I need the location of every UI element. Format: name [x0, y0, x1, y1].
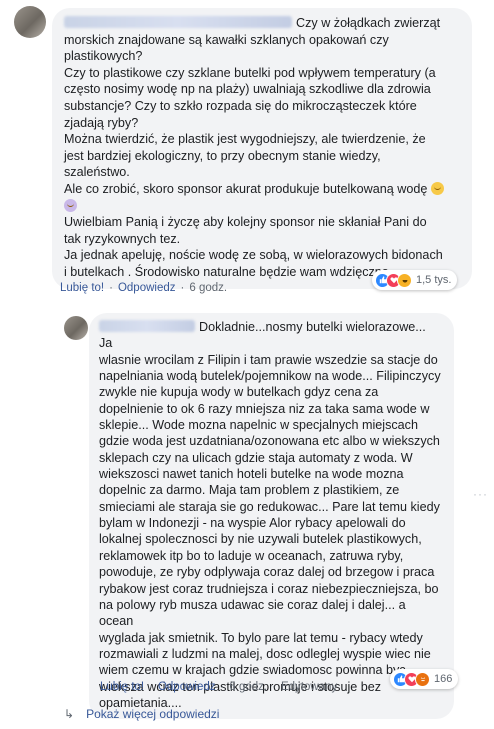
reply-actions: Lubię to! · Odpowiedz · 6 godz. · Edytow… [100, 681, 337, 693]
smile-emoji-icon [430, 181, 444, 195]
timestamp[interactable]: 6 godz. [189, 282, 227, 294]
commenter-name[interactable] [64, 16, 292, 28]
reaction-count: 166 [434, 673, 453, 685]
comment-line: na polowy ryb musza udawac sie coraz dal… [99, 597, 406, 629]
comment-line: rybakow jest coraz trudniejsza i coraz n… [99, 581, 439, 596]
comment-line: Dokladnie...nosmy butelki wielorazowe...… [99, 320, 426, 351]
comment-line: wyglada jak smietnik. To bylo pare lat t… [99, 630, 423, 645]
comment-line: jest bardziej ekologiczny, to przy obecn… [64, 148, 381, 163]
edited-label[interactable]: Edytowany [281, 681, 337, 693]
reply-arrow-icon: ↳ [64, 707, 75, 721]
comment-line: wiekszosci nawet tanich hoteli butelke n… [99, 467, 404, 482]
comment-line: Czy w żołądkach zwierząt [64, 15, 460, 32]
comment-line: morskich znajdowane są kawałki szklanych… [64, 32, 389, 47]
comment-line: bylam w Indonezji - na wyspie Alor rybac… [99, 516, 406, 531]
person-emoji-icon [64, 198, 77, 212]
reply-button[interactable]: Odpowiedz [118, 282, 176, 294]
reaction-count: 1,5 tys. [416, 274, 452, 286]
comment-line: tak ryzykownych tez. [64, 231, 181, 246]
like-button[interactable]: Lubię to! [60, 282, 104, 294]
comment-line: smieciami ale staraja sie go redukowac..… [99, 499, 440, 514]
reply-button[interactable]: Odpowiedz [158, 681, 216, 693]
comment-line: reklamowek itp bo to laduje w oceanach, … [99, 548, 404, 563]
comment-line: szaleństwo. [64, 165, 130, 180]
comment-line: zjadają ryby? [64, 115, 139, 130]
show-more-replies-label: Pokaż więcej odpowiedzi [86, 707, 220, 721]
comment-line: Można twierdzić, że plastik jest wygodni… [64, 132, 426, 147]
reaction-summary[interactable]: 1,5 tys. [372, 270, 458, 290]
comment-line: lokalnej spolecznosci by nie uzywali but… [99, 532, 422, 547]
reply-bubble: Dokladnie...nosmy butelki wielorazowe...… [89, 313, 454, 720]
timestamp[interactable]: 6 godz. [229, 681, 267, 693]
comment-line: substancje? Czy to szkło rozpada się do … [64, 98, 417, 113]
comment-line: sklepie... Wode mozna napelnic w specjal… [99, 418, 418, 433]
comment-line: Ale co zrobić, skoro sponsor akurat prod… [64, 181, 460, 198]
separator-dot: · [180, 282, 185, 294]
commenter-avatar[interactable] [14, 6, 46, 38]
comment-line: plastikowych? [64, 49, 143, 64]
comment-line: napelniania wodą butelek/pojemnikow na w… [99, 369, 441, 384]
comment-line: rozmawiali z ludzmi na malej, dosc odleg… [99, 646, 431, 661]
separator-dot: · [109, 282, 113, 294]
comment-line: dopelnic za darmo. Maja tam problem z pl… [99, 483, 400, 498]
comment-line: zwykle nie kupuja wody w butelkach gdyz … [99, 385, 379, 400]
comment-line: często nosimy wodę np na plaży) uwalniaj… [64, 82, 431, 97]
comment-bubble: Czy w żołądkach zwierząt morskich znajdo… [52, 8, 472, 289]
comment-line: gdzie woda jest uzdatniana/ozonowana etc… [99, 434, 440, 449]
separator-dot: · [220, 681, 225, 693]
separator-dot: · [272, 681, 276, 693]
haha-icon [397, 272, 412, 288]
comment-line: wlasnie wrocilam z Filipin i tam prawie … [99, 352, 438, 367]
more-options-icon[interactable]: ··· [473, 487, 488, 501]
show-more-replies-link[interactable]: ↳ Pokaż więcej odpowiedzi [64, 707, 219, 721]
reply-author-name[interactable] [99, 320, 195, 332]
like-button[interactable]: Lubię to! [100, 681, 144, 693]
comment-actions: Lubię to! · Odpowiedz · 6 godz. [60, 282, 227, 294]
comment-line: Uwielbiam Panią i życzę aby kolejny spon… [64, 215, 427, 230]
comment-line: Czy to plastikowe czy szklane butelki po… [64, 65, 436, 80]
comment-line [64, 198, 460, 215]
comment-line: sklepach czy na ulicach gdzie staja auto… [99, 450, 413, 465]
reaction-summary[interactable]: 166 [390, 669, 459, 689]
comment-line: powoduje, ze ryby odplywaja coraz dalej … [99, 565, 435, 580]
comment-line: dopelnienie to ok 6 razy mniejsza niz za… [99, 401, 430, 416]
reply-avatar[interactable] [64, 316, 88, 340]
angry-icon [415, 671, 430, 687]
comment-line: Ja jednak apeluję, noście wodę ze sobą, … [64, 248, 443, 263]
separator-dot: · [149, 681, 153, 693]
